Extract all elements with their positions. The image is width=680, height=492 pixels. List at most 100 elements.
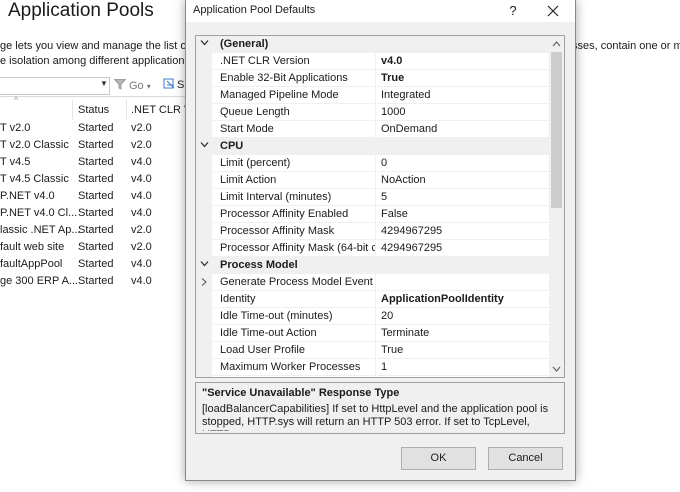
property-name-cell: Load User Profile [212, 342, 376, 359]
property-name-cell: Limit Action [212, 172, 376, 189]
property-value: True [381, 344, 404, 356]
property-value: 1000 [381, 106, 406, 118]
property-value-cell[interactable]: 20 [377, 308, 549, 325]
property-value-cell[interactable]: ApplicationPoolIdentity [377, 291, 549, 308]
app-pool-clr-version: v2.0 [131, 139, 152, 151]
app-pool-row[interactable]: P.NET v4.0 Started v4.0 [0, 189, 200, 206]
property-name: Managed Pipeline Mode [220, 89, 339, 101]
property-row[interactable]: .NET CLR Version v4.0 [196, 53, 549, 70]
property-row[interactable]: Start Mode OnDemand [196, 121, 549, 138]
property-name: Enable 32-Bit Applications [220, 72, 348, 84]
property-name: Maximum Worker Processes [220, 361, 361, 373]
property-description-title: "Service Unavailable" Response Type [202, 387, 400, 399]
show-all-button[interactable]: S [163, 78, 184, 91]
property-row[interactable]: Generate Process Model Event L [196, 274, 549, 291]
help-button[interactable]: ? [502, 1, 524, 21]
go-button[interactable]: Go ▾ [114, 79, 151, 92]
property-name-cell: Enable 32-Bit Applications [212, 70, 376, 87]
property-name: Load User Profile [220, 344, 305, 356]
property-value: False [381, 208, 408, 220]
app-pool-clr-version: v4.0 [131, 173, 152, 185]
app-pool-name: faultAppPool [0, 258, 63, 270]
show-all-label: S [177, 79, 185, 91]
ok-button[interactable]: OK [401, 447, 476, 470]
property-row[interactable]: Load User Profile True [196, 342, 549, 359]
property-row[interactable]: Managed Pipeline Mode Integrated [196, 87, 549, 104]
property-name: Idle Time-out (minutes) [220, 310, 333, 322]
property-row[interactable]: Identity ApplicationPoolIdentity [196, 291, 549, 308]
collapse-chevron-icon[interactable] [200, 259, 209, 268]
category-row[interactable]: (General) [196, 36, 549, 53]
property-row[interactable]: Processor Affinity Mask (64-bit c 4294967… [196, 240, 549, 257]
property-value-cell[interactable]: 0 [377, 155, 549, 172]
collapse-chevron-icon[interactable] [200, 38, 209, 47]
cancel-button[interactable]: Cancel [488, 447, 563, 470]
property-row[interactable]: Idle Time-out (minutes) 20 [196, 308, 549, 325]
app-pool-clr-version: v4.0 [131, 156, 152, 168]
property-row[interactable]: Limit Interval (minutes) 5 [196, 189, 549, 206]
app-pool-status: Started [78, 275, 114, 287]
scroll-up-arrow-icon[interactable] [549, 36, 564, 52]
property-value-cell[interactable]: v4.0 [377, 53, 549, 70]
property-row[interactable]: Idle Time-out Action Terminate [196, 325, 549, 342]
column-header-clr[interactable]: .NET CLR V [131, 104, 191, 116]
property-name-cell: .NET CLR Version [212, 53, 376, 70]
property-value-cell[interactable]: NoAction [377, 172, 549, 189]
column-header-status[interactable]: Status [78, 104, 109, 116]
property-row[interactable]: Processor Affinity Mask 4294967295 [196, 223, 549, 240]
property-row[interactable]: Limit Action NoAction [196, 172, 549, 189]
category-label: (General) [220, 38, 269, 50]
property-value-cell[interactable]: Integrated [377, 87, 549, 104]
app-pool-clr-version: v4.0 [131, 190, 152, 202]
app-pool-row[interactable]: lassic .NET Ap... Started v2.0 [0, 223, 200, 240]
property-value-cell[interactable]: 4294967295 [377, 240, 549, 257]
property-value-cell[interactable]: OnDemand [377, 121, 549, 138]
property-row[interactable]: Maximum Worker Processes 1 [196, 359, 549, 376]
show-all-icon [163, 78, 175, 89]
app-pool-row[interactable]: T v4.5 Started v4.0 [0, 155, 200, 172]
property-value-cell[interactable] [377, 274, 549, 291]
property-value: 20 [381, 310, 394, 322]
app-pool-name: lassic .NET Ap... [0, 224, 81, 236]
app-pool-row[interactable]: T v2.0 Classic Started v2.0 [0, 138, 200, 155]
property-row[interactable]: Enable 32-Bit Applications True [196, 70, 549, 87]
scroll-down-arrow-icon[interactable] [549, 361, 564, 377]
app-pool-name: T v2.0 Classic [0, 139, 69, 151]
scrollbar-thumb[interactable] [551, 52, 562, 208]
property-value-cell[interactable]: 4294967295 [377, 223, 549, 240]
property-row[interactable]: Processor Affinity Enabled False [196, 206, 549, 223]
property-grid-scrollbar[interactable] [549, 36, 564, 377]
category-row[interactable]: Process Model [196, 257, 549, 274]
app-pool-row[interactable]: P.NET v4.0 Cl... Started v4.0 [0, 206, 200, 223]
property-name: Processor Affinity Mask [220, 225, 335, 237]
app-pool-row[interactable]: T v2.0 Started v2.0 [0, 121, 200, 138]
filter-dropdown-icon[interactable]: ▼ [100, 79, 108, 88]
property-value-cell[interactable]: 1 [377, 359, 549, 376]
app-pool-name: T v2.0 [0, 122, 31, 134]
property-value-cell[interactable]: True [377, 342, 549, 359]
collapse-chevron-icon[interactable] [200, 140, 209, 149]
app-pool-row[interactable]: T v4.5 Classic Started v4.0 [0, 172, 200, 189]
property-value-cell[interactable]: True [377, 70, 549, 87]
page-description-line2: e isolation among different applications [0, 55, 190, 67]
app-pool-row[interactable]: faultAppPool Started v4.0 [0, 257, 200, 274]
property-name-cell: Managed Pipeline Mode [212, 87, 376, 104]
property-value-cell[interactable]: 1000 [377, 104, 549, 121]
app-pool-status: Started [78, 207, 114, 219]
property-name: Limit Interval (minutes) [220, 191, 332, 203]
go-dropdown-icon[interactable]: ▾ [147, 82, 151, 91]
app-pool-row[interactable]: ge 300 ERP A... Started v4.0 [0, 274, 200, 291]
property-value-cell[interactable]: Terminate [377, 325, 549, 342]
property-grid[interactable]: (General) .NET CLR Version v4.0 Enable 32-B… [195, 35, 565, 378]
property-value-cell[interactable]: False [377, 206, 549, 223]
dialog-title: Application Pool Defaults [193, 4, 316, 16]
expand-chevron-icon[interactable] [200, 277, 208, 287]
close-button[interactable] [540, 1, 566, 21]
property-row[interactable]: Queue Length 1000 [196, 104, 549, 121]
app-pool-row[interactable]: fault web site Started v2.0 [0, 240, 200, 257]
property-row[interactable]: Limit (percent) 0 [196, 155, 549, 172]
filter-input[interactable] [0, 77, 110, 95]
property-value-cell[interactable]: 5 [377, 189, 549, 206]
category-row[interactable]: CPU [196, 138, 549, 155]
property-name-cell: Processor Affinity Mask [212, 223, 376, 240]
